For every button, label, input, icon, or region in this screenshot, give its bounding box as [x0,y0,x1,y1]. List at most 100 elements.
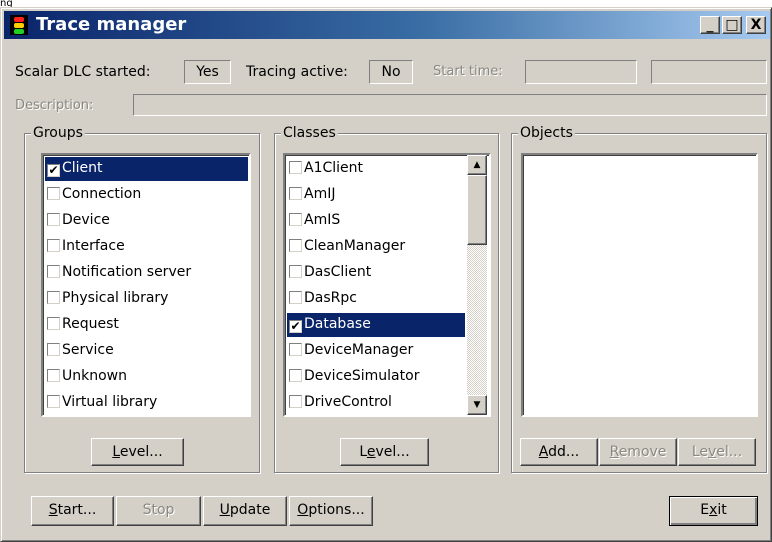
list-item-label: Interface [62,238,125,254]
up-arrow-icon: ▲ [473,160,481,170]
trace-manager-window: Trace manager _ □ X Scalar DLC started: … [0,7,772,542]
checkbox[interactable] [289,187,302,200]
checkbox[interactable] [47,187,60,200]
checkbox[interactable] [289,291,302,304]
list-item-label: DasClient [304,264,372,280]
update-button[interactable]: Update [203,496,287,526]
checkbox[interactable] [47,343,60,356]
options-button[interactable]: Options... [289,496,373,526]
start-time-field-2 [651,60,767,84]
list-item-label: Client [62,160,103,176]
groups-level-button[interactable]: Level... [91,438,184,466]
checkbox[interactable] [289,369,302,382]
list-item-label: Request [62,316,119,332]
close-icon: X [750,17,762,33]
tracing-active-value: No [369,60,413,84]
list-item-label: Unknown [62,368,127,384]
checkbox[interactable] [289,265,302,278]
list-item-label: Physical library [62,290,169,306]
objects-title: Objects [518,125,575,141]
classes-item-database[interactable]: ✔ Database [287,313,465,337]
maximize-button[interactable]: □ [722,16,742,34]
objects-list[interactable] [521,153,758,417]
list-item-label: Connection [62,186,142,202]
groups-item-client[interactable]: ✔ Client [45,157,248,181]
start-button[interactable]: Start... [31,496,114,526]
scroll-down-button[interactable]: ▼ [467,395,487,415]
classes-item-amij[interactable]: AmIJ [287,183,465,207]
checkbox[interactable] [289,161,302,174]
groups-item-service[interactable]: Service [45,339,248,363]
close-button[interactable]: X [746,16,766,34]
checkbox[interactable] [289,213,302,226]
down-arrow-icon: ▼ [473,400,481,410]
groups-item-device[interactable]: Device [45,209,248,233]
list-item-label: DasRpc [304,290,357,306]
checkbox[interactable] [47,239,60,252]
classes-item-devicesimulator[interactable]: DeviceSimulator [287,365,465,389]
checkbox[interactable] [47,291,60,304]
groups-list[interactable]: ✔ Client Connection Device Interface Notifica… [41,153,251,417]
list-item-label: AmIS [304,212,341,228]
classes-item-amis[interactable]: AmIS [287,209,465,233]
classes-list[interactable]: ▲ ▼ A1Client AmIJ AmIS CleanManager DasClien… [283,153,491,417]
groups-item-request[interactable]: Request [45,313,248,337]
checkbox[interactable] [47,395,60,408]
groups-item-unknown[interactable]: Unknown [45,365,248,389]
checkbox[interactable] [289,343,302,356]
list-item-label: Device [62,212,110,228]
start-time-field-1 [525,60,637,84]
minimize-button[interactable]: _ [700,16,720,34]
groups-item-virtual-library[interactable]: Virtual library [45,391,248,415]
classes-level-button[interactable]: Level... [340,438,429,466]
exit-button[interactable]: Exit [669,496,758,526]
scroll-thumb[interactable] [467,175,487,245]
classes-scrollbar[interactable]: ▲ ▼ [467,155,487,415]
list-item-label: A1Client [304,160,364,176]
list-item-label: DriveControl [304,394,392,410]
list-item-label: Notification server [62,264,192,280]
description-field [133,94,767,116]
groups-title: Groups [31,125,85,141]
objects-level-button[interactable]: Level... [678,438,756,466]
scalar-dlc-label: Scalar DLC started: [15,64,151,80]
scroll-up-button[interactable]: ▲ [467,155,487,175]
groups-item-notification-server[interactable]: Notification server [45,261,248,285]
classes-item-drivecontrol[interactable]: DriveControl [287,391,465,415]
description-label: Description: [15,98,94,113]
window-title: Trace manager [36,14,187,35]
maximize-icon: □ [725,17,739,33]
list-item-label: Virtual library [62,394,158,410]
scalar-dlc-value: Yes [184,60,231,84]
classes-item-cleanmanager[interactable]: CleanManager [287,235,465,259]
list-item-label: Database [304,316,371,332]
title-bar[interactable]: Trace manager _ □ X [4,11,770,39]
classes-title: Classes [281,125,338,141]
objects-remove-button[interactable]: Remove [599,438,677,466]
list-item-label: AmIJ [304,186,336,202]
tracing-active-label: Tracing active: [246,64,348,80]
classes-item-devicemanager[interactable]: DeviceManager [287,339,465,363]
checkbox[interactable] [47,213,60,226]
stop-button[interactable]: Stop [116,496,201,526]
classes-item-dasrpc[interactable]: DasRpc [287,287,465,311]
checkbox[interactable] [47,369,60,382]
checkbox[interactable] [289,239,302,252]
minimize-icon: _ [706,17,714,33]
checkbox[interactable] [47,265,60,278]
checkbox[interactable] [47,317,60,330]
checkbox[interactable]: ✔ [47,164,60,177]
traffic-light-icon [10,15,28,35]
checkbox[interactable]: ✔ [289,320,302,333]
groups-item-physical-library[interactable]: Physical library [45,287,248,311]
groups-item-connection[interactable]: Connection [45,183,248,207]
start-time-label: Start time: [433,64,503,79]
checkbox[interactable] [289,395,302,408]
classes-item-a1client[interactable]: A1Client [287,157,465,181]
classes-item-dasclient[interactable]: DasClient [287,261,465,285]
list-item-label: Service [62,342,114,358]
objects-add-button[interactable]: Add... [520,438,598,466]
list-item-label: DeviceSimulator [304,368,420,384]
groups-item-interface[interactable]: Interface [45,235,248,259]
list-item-label: DeviceManager [304,342,414,358]
